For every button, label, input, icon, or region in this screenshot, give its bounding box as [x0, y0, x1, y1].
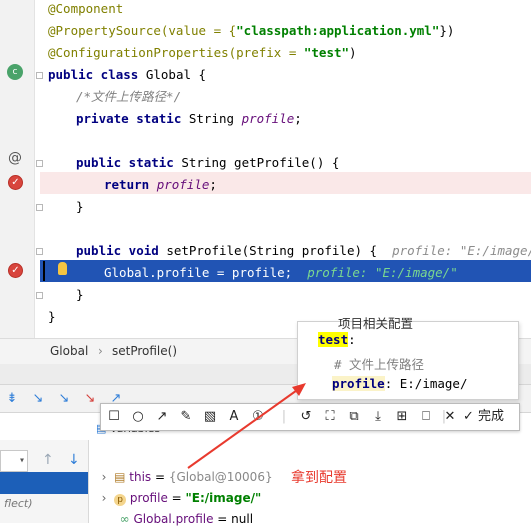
- red-arrow-annotation: [187, 383, 306, 469]
- annotation-note: 拿到配置: [291, 470, 347, 486]
